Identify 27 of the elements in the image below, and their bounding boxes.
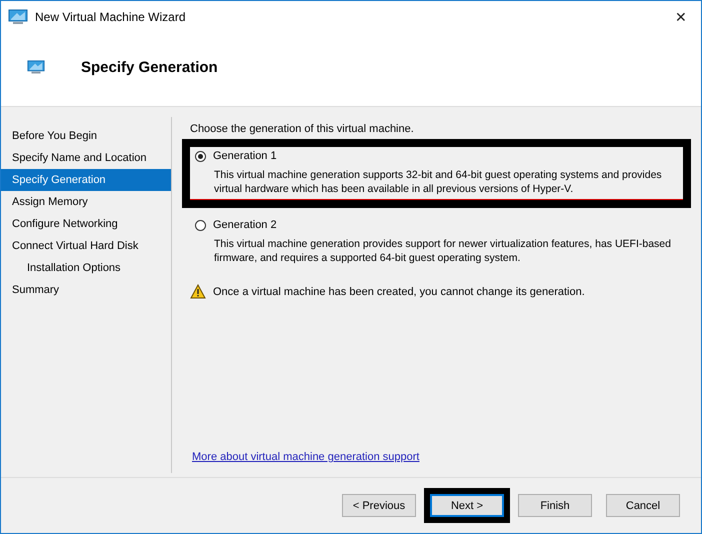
radio-option[interactable]: Generation 1: [195, 150, 677, 162]
close-button[interactable]: ✕: [661, 2, 701, 32]
prompt-text: Choose the generation of this virtual machine.: [190, 123, 415, 135]
step-item[interactable]: Specify Generation: [1, 169, 171, 191]
step-item[interactable]: Specify Name and Location: [1, 147, 171, 169]
page-heading: Specify Generation: [81, 58, 218, 76]
option-description: This virtual machine generation supports 32-bit and 64-bit guest operating systems and provides virtual hardware which has been available in all previous versions of Hyper-V.: [214, 168, 663, 196]
radio-button[interactable]: [195, 220, 206, 230]
monitor-icon: [8, 8, 28, 24]
step-item[interactable]: Before You Begin: [1, 125, 171, 147]
monitor-icon: [27, 60, 45, 74]
radio-option[interactable]: Generation 2: [195, 219, 677, 231]
step-item[interactable]: Installation Options: [1, 257, 171, 279]
radio-button[interactable]: [195, 150, 206, 162]
option-description: This virtual machine generation provides support for newer virtualization features, has UEFI-based firmware, and requires a supported 64-bit guest operating system.: [214, 237, 672, 265]
wizard-button[interactable]: Next >: [430, 494, 504, 517]
wizard-button[interactable]: Cancel: [606, 494, 680, 517]
warning-icon: [190, 284, 206, 299]
window-title: New Virtual Machine Wizard: [35, 10, 186, 24]
wizard-button[interactable]: Finish: [518, 494, 592, 517]
step-item[interactable]: Summary: [1, 279, 171, 301]
step-item[interactable]: Assign Memory: [1, 191, 171, 213]
step-item[interactable]: Configure Networking: [1, 213, 171, 235]
wizard-button[interactable]: < Previous: [342, 494, 416, 517]
help-link[interactable]: More about virtual machine generation support: [192, 451, 420, 463]
warning-text: Once a virtual machine has been created, you cannot change its generation.: [213, 286, 585, 298]
step-item[interactable]: Connect Virtual Hard Disk: [1, 235, 171, 257]
